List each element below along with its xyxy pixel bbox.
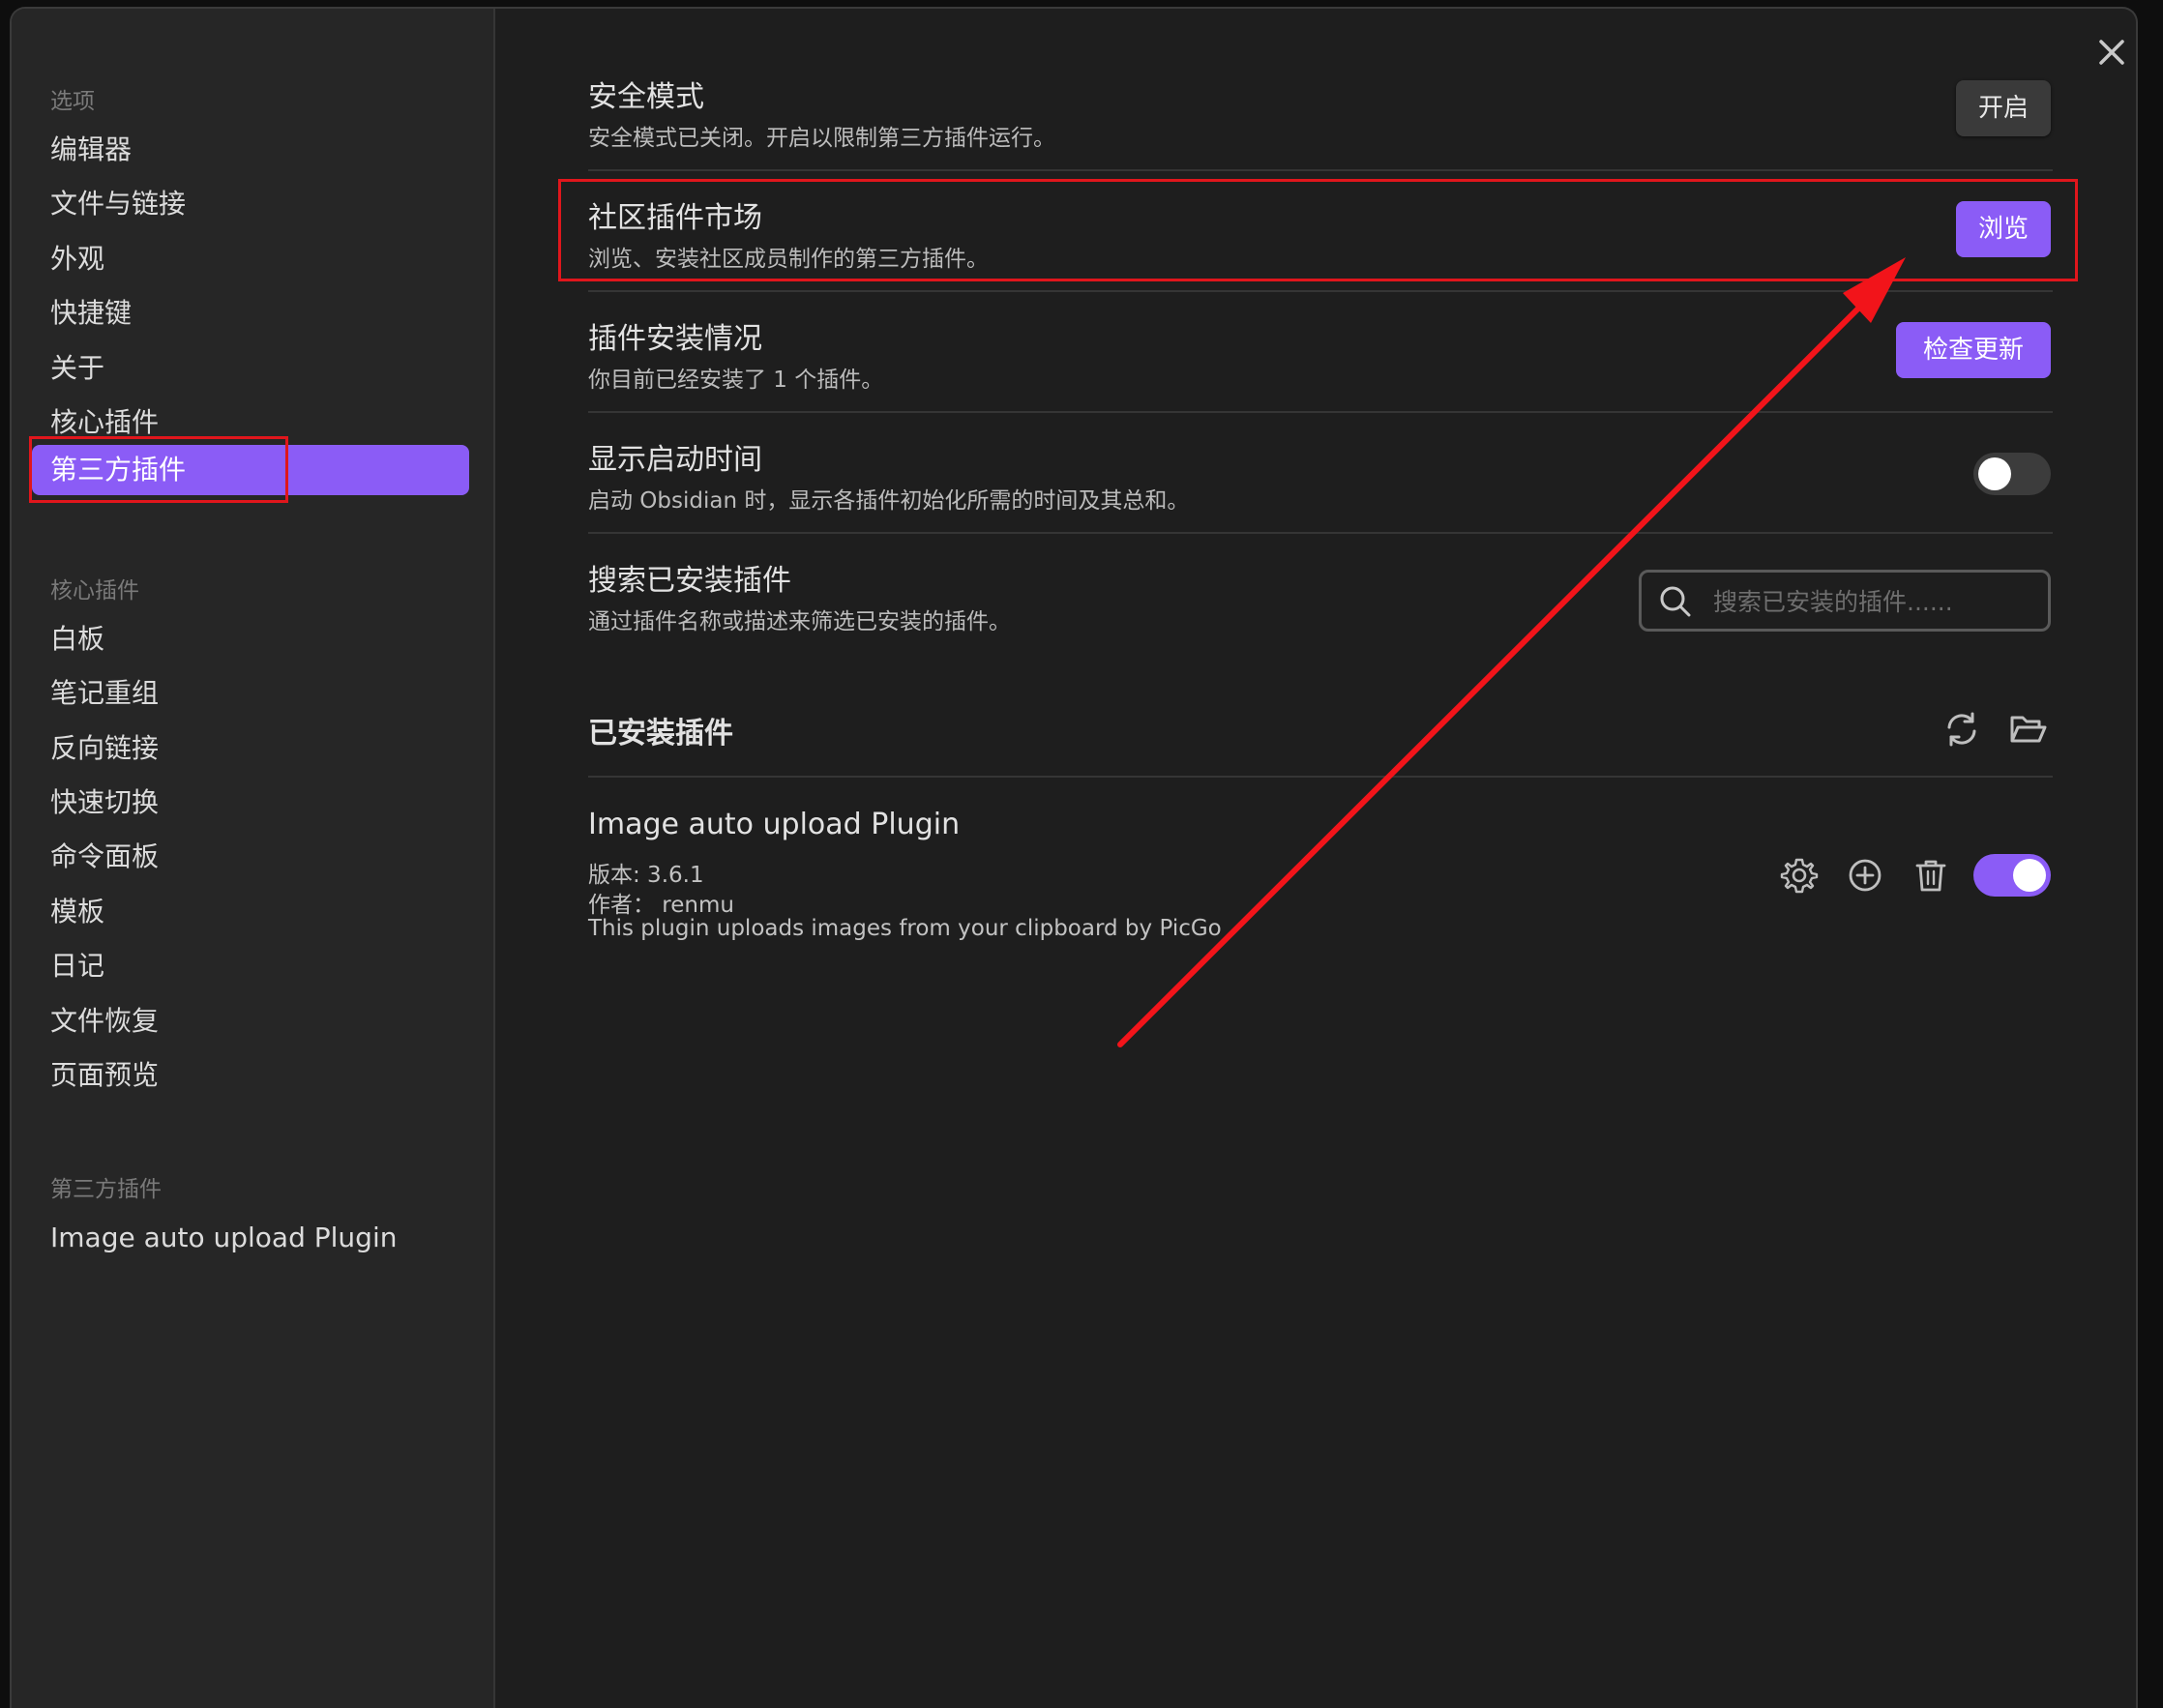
annotation-arrow [1117, 257, 1906, 1047]
